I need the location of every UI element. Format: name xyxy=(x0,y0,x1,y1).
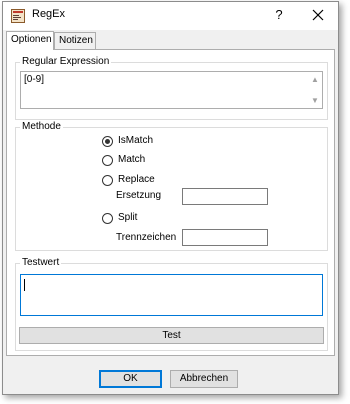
regex-value: [0-9] xyxy=(24,74,45,85)
methode-group-label: Methode xyxy=(20,121,63,132)
radio-label: Match xyxy=(118,154,146,165)
regex-group-label: Regular Expression xyxy=(20,56,112,67)
ok-button-label: OK xyxy=(123,373,138,384)
regex-dialog: RegEx ? Optionen Notizen Regular Express… xyxy=(2,1,339,395)
cancel-button-label: Abbrechen xyxy=(179,373,229,384)
scroll-down-icon[interactable]: ▼ xyxy=(311,97,319,105)
radio-label: Split xyxy=(118,212,138,223)
testwert-group-label: Testwert xyxy=(20,257,62,268)
help-button[interactable]: ? xyxy=(269,5,289,25)
app-icon xyxy=(11,9,25,23)
title-bar: RegEx ? xyxy=(3,2,338,30)
ersetzung-input[interactable] xyxy=(182,188,268,205)
radio-selected-dot xyxy=(105,139,110,144)
test-button-label: Test xyxy=(162,330,181,341)
regex-input[interactable]: [0-9] ▲ ▼ xyxy=(20,71,323,109)
radio-circle xyxy=(102,136,113,147)
ok-button[interactable]: OK xyxy=(99,370,162,388)
test-button[interactable]: Test xyxy=(19,327,324,344)
radio-label: Replace xyxy=(118,174,155,185)
close-icon xyxy=(312,9,324,21)
scroll-up-icon[interactable]: ▲ xyxy=(311,76,319,84)
close-button[interactable] xyxy=(308,5,328,25)
text-caret xyxy=(24,279,25,291)
cancel-button[interactable]: Abbrechen xyxy=(170,370,238,388)
radio-circle xyxy=(102,175,113,186)
help-icon: ? xyxy=(275,7,283,22)
tab-label: Optionen xyxy=(11,34,52,45)
window-title: RegEx xyxy=(32,8,66,20)
tab-optionen[interactable]: Optionen xyxy=(6,31,54,50)
tab-label: Notizen xyxy=(59,35,93,46)
testwert-input[interactable] xyxy=(20,274,323,316)
tab-notizen[interactable]: Notizen xyxy=(54,32,96,49)
trennzeichen-input[interactable] xyxy=(182,229,268,246)
options-panel: Regular Expression [0-9] ▲ ▼ Methode IsM… xyxy=(6,49,335,356)
radio-circle xyxy=(102,155,113,166)
ersetzung-label: Ersetzung xyxy=(116,190,162,201)
radio-label: IsMatch xyxy=(118,135,154,146)
radio-circle xyxy=(102,213,113,224)
regex-group: Regular Expression [0-9] ▲ ▼ xyxy=(15,56,328,120)
methode-group: Methode IsMatch Match Replace Ersetzung … xyxy=(15,121,328,251)
trennzeichen-label: Trennzeichen xyxy=(116,232,177,243)
